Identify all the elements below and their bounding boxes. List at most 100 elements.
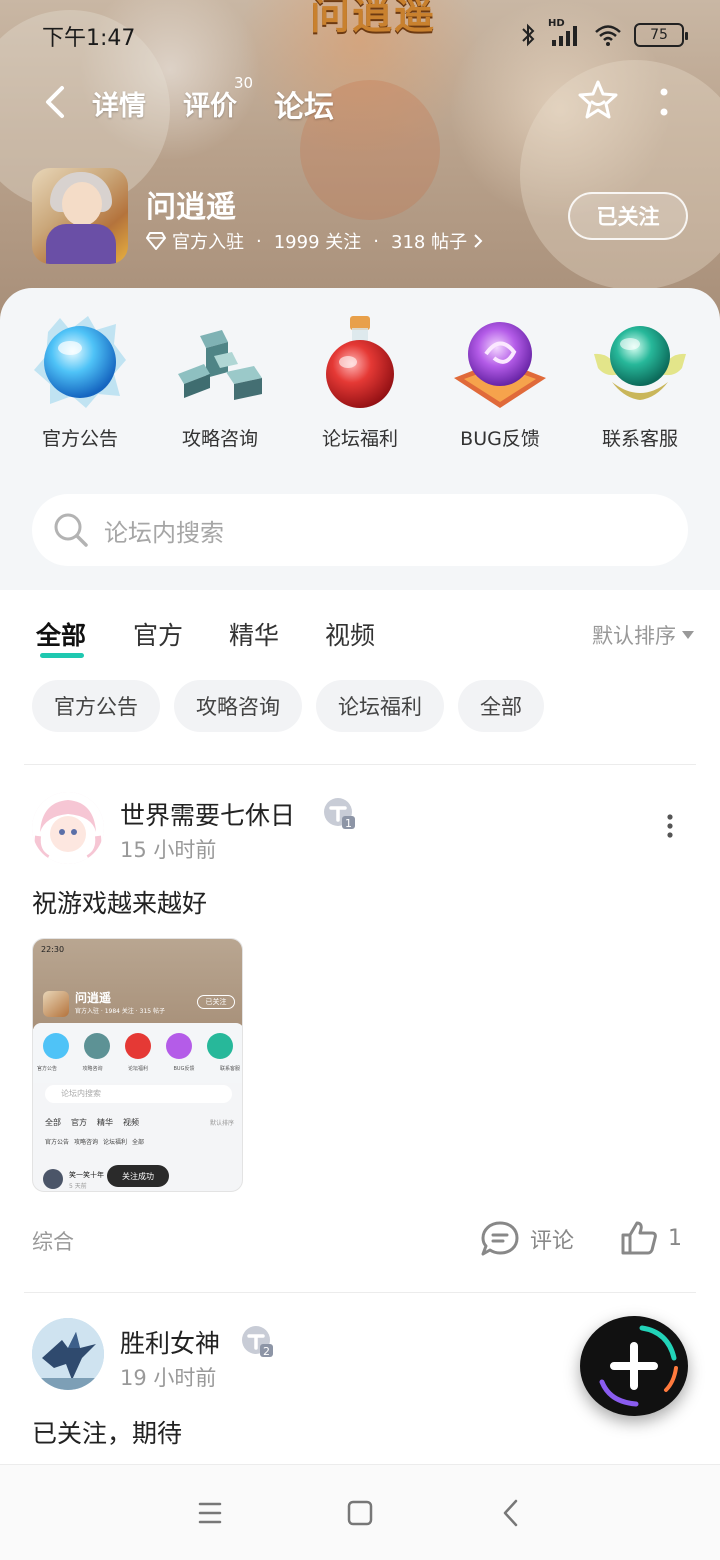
- more-options-icon[interactable]: [652, 82, 676, 122]
- filter-tab-featured[interactable]: 精华: [229, 616, 279, 652]
- game-banner: 问逍遥 下午1:47 HD 75 详情 评价 30 论坛 问逍遥 官方入驻 · …: [0, 0, 720, 320]
- purple-orb-icon: [454, 322, 546, 408]
- comment-icon: [481, 1221, 519, 1256]
- favorite-star-icon[interactable]: [576, 78, 620, 122]
- back-arrow-icon[interactable]: [36, 80, 76, 124]
- post-content: 已关注，期待: [32, 1419, 183, 1448]
- comment-label: 评论: [530, 1229, 575, 1254]
- thumb-post-time: 5 天前: [69, 1183, 87, 1190]
- thumb-follow-button: 已关注: [197, 995, 235, 1009]
- category-label: 攻略咨询: [181, 428, 258, 450]
- post-tag[interactable]: 综合: [32, 1226, 74, 1256]
- divider: [24, 1292, 696, 1293]
- filter-tab-label: 全部: [36, 621, 87, 650]
- post-actions: 综合 评论 1: [0, 1216, 720, 1262]
- category-label: BUG反馈: [460, 428, 540, 450]
- back-icon[interactable]: [492, 1493, 532, 1533]
- user-level-number: 1: [345, 817, 352, 830]
- category-label: 官方公告: [41, 428, 118, 450]
- status-time: 下午1:47: [42, 26, 136, 51]
- wifi-icon: [595, 25, 621, 46]
- thumb-game-title: 问逍遥: [75, 991, 112, 1005]
- user-level-number: 2: [263, 1345, 270, 1358]
- post-author[interactable]: 世界需要七休日: [120, 796, 295, 832]
- post-content: 祝游戏越来越好: [32, 889, 208, 918]
- reviews-count-badge: 30: [234, 74, 254, 92]
- post-author[interactable]: 胜利女神: [120, 1324, 220, 1360]
- blue-crystal-orb-icon: [34, 316, 126, 408]
- meta-separator: ·: [256, 230, 262, 252]
- meta-separator: ·: [373, 230, 379, 252]
- post-more-icon[interactable]: [660, 812, 680, 842]
- active-filter-indicator: [40, 653, 84, 658]
- thumb-chips: 官方公告 攻略咨询 论坛福利 全部: [45, 1139, 145, 1146]
- game-app-icon[interactable]: [32, 168, 128, 264]
- category-label: 论坛福利: [321, 428, 398, 450]
- thumb-toast: 关注成功: [107, 1165, 169, 1187]
- category-label: 联系客服: [601, 428, 678, 450]
- category-official-announcements[interactable]: 官方公告: [15, 312, 145, 462]
- sort-dropdown[interactable]: 默认排序: [592, 620, 694, 650]
- game-meta[interactable]: 官方入驻 · 1999 关注 · 318 帖子: [146, 228, 483, 254]
- thumb-search-placeholder: 论坛内搜索: [61, 1089, 101, 1098]
- home-square-icon[interactable]: [340, 1493, 380, 1533]
- thumb-post-author: 笑一笑十年: [69, 1171, 104, 1179]
- comment-button[interactable]: 评论: [480, 1220, 574, 1258]
- category-contact-support[interactable]: 联系客服: [575, 312, 705, 462]
- post-count: 318 帖子: [391, 232, 468, 253]
- create-post-button[interactable]: [580, 1316, 688, 1416]
- green-orb-lotus-icon: [594, 326, 686, 400]
- category-panel: 官方公告 攻略咨询 论坛福利 BUG反馈 联系客服 论坛内搜索: [0, 288, 720, 590]
- post-time: 15 小时前: [120, 838, 217, 862]
- thumb-filter-tabs: 全部 官方 精华 视频: [45, 1118, 139, 1127]
- stone-blocks-icon: [178, 330, 262, 400]
- tab-reviews[interactable]: 评价: [183, 84, 237, 123]
- chip-forum-welfare[interactable]: 论坛福利: [316, 680, 444, 732]
- official-label: 官方入驻: [172, 232, 244, 253]
- filter-tab-all[interactable]: 全部: [36, 616, 87, 658]
- game-title: 问逍遥: [146, 190, 236, 225]
- avatar[interactable]: [32, 1318, 104, 1390]
- avatar[interactable]: [32, 792, 104, 864]
- like-count: 1: [668, 1225, 682, 1251]
- filter-tab-official[interactable]: 官方: [133, 616, 183, 652]
- thumbs-up-icon: [621, 1221, 657, 1255]
- thumb-category-labels: 官方公告 攻略咨询 论坛福利 BUG反馈 联系客服: [37, 1066, 240, 1072]
- dragon-avatar-icon: [32, 1318, 104, 1390]
- anime-avatar-icon: [32, 792, 104, 864]
- filter-tabs: 全部 官方 精华 视频 默认排序: [0, 590, 720, 674]
- chip-strategy-consult[interactable]: 攻略咨询: [174, 680, 302, 732]
- thumb-game-meta: 官方入驻 · 1984 关注 · 315 帖子: [75, 1008, 165, 1015]
- chip-all[interactable]: 全部: [458, 680, 544, 732]
- category-strategy-consult[interactable]: 攻略咨询: [155, 312, 285, 462]
- divider: [24, 764, 696, 765]
- menu-icon[interactable]: [190, 1493, 230, 1533]
- search-placeholder: 论坛内搜索: [104, 518, 224, 547]
- plus-icon: [599, 1325, 678, 1407]
- category-list: 官方公告 攻略咨询 论坛福利 BUG反馈 联系客服: [0, 312, 720, 462]
- top-nav: 详情 评价 30 论坛: [0, 72, 720, 132]
- bluetooth-icon: [522, 23, 535, 47]
- chevron-right-icon: [474, 234, 483, 248]
- game-info: 问逍遥 官方入驻 · 1999 关注 · 318 帖子 已关注: [32, 168, 692, 264]
- tab-forum[interactable]: 论坛: [272, 82, 340, 126]
- post-time: 19 小时前: [120, 1366, 217, 1390]
- chip-official-announcements[interactable]: 官方公告: [32, 680, 160, 732]
- forum-search-input[interactable]: 论坛内搜索: [32, 494, 688, 566]
- tab-details[interactable]: 详情: [92, 84, 146, 123]
- thumb-sort-label: 默认排序: [209, 1120, 234, 1127]
- caret-down-icon: [682, 631, 694, 639]
- system-navigation-bar: [0, 1464, 720, 1560]
- status-icons: HD 75: [520, 18, 688, 48]
- filter-tab-video[interactable]: 视频: [325, 616, 375, 652]
- category-bug-feedback[interactable]: BUG反馈: [435, 312, 565, 462]
- post-image-thumbnail[interactable]: 22:30 问逍遥 官方入驻 · 1984 关注 · 315 帖子 已关注 官方…: [32, 938, 243, 1192]
- status-bar: 下午1:47 HD 75: [0, 0, 720, 66]
- search-icon: [54, 513, 88, 547]
- followed-button[interactable]: 已关注: [568, 192, 688, 240]
- category-forum-welfare[interactable]: 论坛福利: [295, 312, 425, 462]
- like-button[interactable]: 1: [620, 1220, 682, 1256]
- sort-label: 默认排序: [592, 624, 676, 648]
- diamond-verified-icon: [146, 232, 166, 250]
- signal-icon: HD: [548, 18, 582, 48]
